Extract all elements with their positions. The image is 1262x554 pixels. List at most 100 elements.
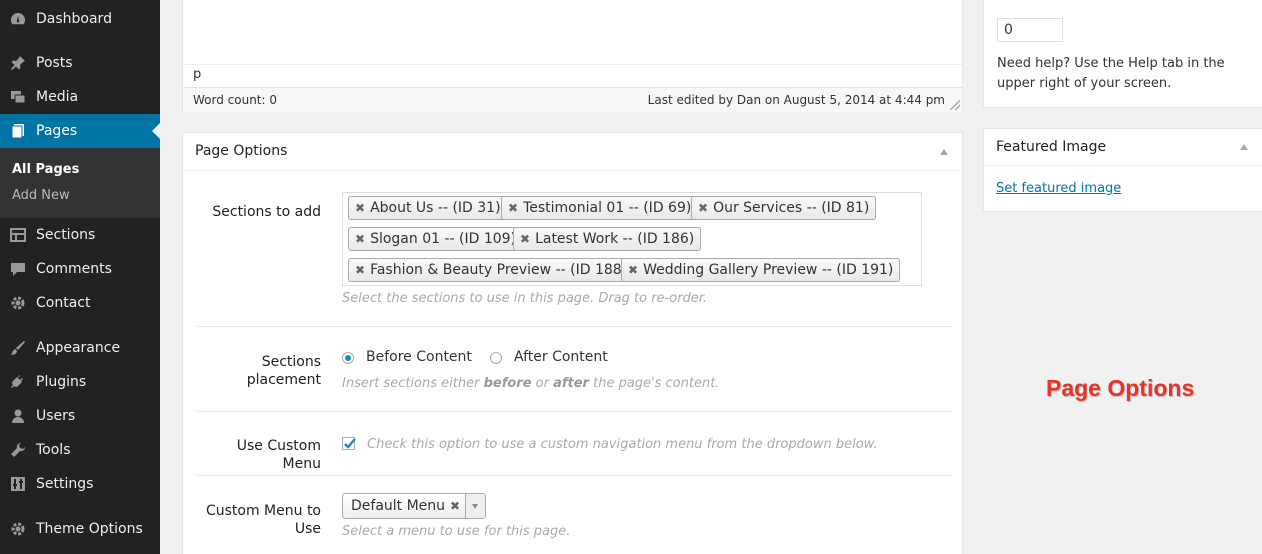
row-divider <box>195 411 951 412</box>
word-count: Word count: 0 <box>193 93 278 107</box>
menu-appearance[interactable]: Appearance <box>0 331 160 365</box>
before-content-label[interactable]: Before Content <box>366 349 472 365</box>
section-token-label: Our Services -- (ID 81) <box>713 200 870 216</box>
page-options-title: Page Options <box>195 143 288 159</box>
page-options-header[interactable]: Page Options <box>183 133 962 171</box>
featured-image-header[interactable]: Featured Image <box>984 129 1262 166</box>
section-token[interactable]: ✖ About Us -- (ID 31) <box>348 196 508 220</box>
section-token-label: Wedding Gallery Preview -- (ID 191) <box>643 262 894 278</box>
chevron-down-icon <box>472 504 478 509</box>
collapse-arrow-icon[interactable] <box>940 149 948 155</box>
row-divider <box>195 475 951 476</box>
placement-label-line2: placement <box>246 372 321 388</box>
menu-plugins[interactable]: Plugins <box>0 365 160 399</box>
page-options-annotation: Page Options <box>1046 375 1195 401</box>
menu-tools[interactable]: Tools <box>0 433 160 467</box>
section-token[interactable]: ✖ Wedding Gallery Preview -- (ID 191) <box>621 258 901 282</box>
menu-posts-label: Posts <box>36 55 73 71</box>
content-editor: p Word count: 0 Last edited by Dan on Au… <box>182 0 963 112</box>
menu-tools-label: Tools <box>36 442 71 458</box>
menu-theme-options[interactable]: Theme Options <box>0 512 160 546</box>
sections-chooser[interactable]: ✖ About Us -- (ID 31) ✖ Testimonial 01 -- … <box>342 192 922 286</box>
submenu-all-pages[interactable]: All Pages <box>12 162 79 177</box>
row-divider <box>195 326 951 327</box>
menu-dashboard[interactable]: Dashboard <box>0 2 160 36</box>
remove-icon[interactable]: ✖ <box>355 201 365 215</box>
section-token[interactable]: ✖ Latest Work -- (ID 186) <box>513 227 702 251</box>
menu-contact-label: Contact <box>36 295 91 311</box>
select-dropdown-toggle[interactable] <box>465 494 485 518</box>
editor-status-bar: Word count: 0 Last edited by Dan on Augu… <box>183 87 962 112</box>
editor-path: p <box>193 67 202 82</box>
clear-icon[interactable]: ✖ <box>450 499 460 513</box>
placement-label: Sections placement <box>195 353 321 389</box>
submenu-add-new[interactable]: Add New <box>12 188 70 203</box>
menu-settings-label: Settings <box>36 476 94 492</box>
remove-icon[interactable]: ✖ <box>508 201 518 215</box>
menu-settings[interactable]: Settings <box>0 467 160 501</box>
settings-icon <box>0 475 36 493</box>
section-token[interactable]: ✖ Slogan 01 -- (ID 109) <box>348 227 524 251</box>
set-featured-image-link[interactable]: Set featured image <box>996 181 1121 196</box>
plug-icon <box>0 373 36 391</box>
order-input[interactable] <box>997 18 1063 42</box>
after-content-label[interactable]: After Content <box>514 349 608 365</box>
page-options-metabox: Page Options Sections to add ✖ About Us -… <box>182 132 963 554</box>
media-icon <box>0 88 36 106</box>
featured-image-title: Featured Image <box>996 139 1107 155</box>
admin-sidebar: Dashboard Posts Media Pages All Pages Ad… <box>0 0 160 554</box>
placement-hint-part3: the page's content. <box>588 376 720 391</box>
editor-resize-handle[interactable] <box>950 100 960 110</box>
section-token[interactable]: ✖ Fashion & Beauty Preview -- (ID 188) <box>348 258 635 282</box>
section-token[interactable]: ✖ Testimonial 01 -- (ID 69) <box>501 196 699 220</box>
menu-contact[interactable]: Contact <box>0 286 160 320</box>
remove-icon[interactable]: ✖ <box>355 232 365 246</box>
section-token-label: Latest Work -- (ID 186) <box>535 231 695 247</box>
gear-icon <box>0 520 36 538</box>
menu-posts[interactable]: Posts <box>0 46 160 80</box>
placement-hint-part1: Insert sections either <box>342 376 484 391</box>
menu-select-label-line1: Custom Menu to <box>205 503 321 519</box>
placement-label-line1: Sections <box>261 354 321 370</box>
remove-icon[interactable]: ✖ <box>355 263 365 277</box>
section-token-label: Slogan 01 -- (ID 109) <box>370 231 517 247</box>
before-content-radio[interactable] <box>342 352 354 364</box>
menu-users[interactable]: Users <box>0 399 160 433</box>
menu-plugins-label: Plugins <box>36 374 87 390</box>
custom-menu-checkbox[interactable] <box>342 437 356 450</box>
placement-hint-part2: or <box>531 376 554 391</box>
collapse-arrow-icon[interactable] <box>1240 144 1248 150</box>
custom-menu-label: Use Custom Menu <box>236 438 321 472</box>
section-token-label: Fashion & Beauty Preview -- (ID 188) <box>370 262 628 278</box>
menu-comments-label: Comments <box>36 261 112 277</box>
menu-pages[interactable]: Pages <box>0 114 160 148</box>
pin-icon <box>0 54 36 72</box>
remove-icon[interactable]: ✖ <box>628 263 638 277</box>
menu-sections[interactable]: Sections <box>0 218 160 252</box>
section-token-label: About Us -- (ID 31) <box>370 200 501 216</box>
menu-comments[interactable]: Comments <box>0 252 160 286</box>
pages-submenu: All Pages Add New <box>0 148 160 218</box>
featured-image-box: Featured Image Set featured image <box>983 128 1262 212</box>
placement-hint-bold2: after <box>553 376 589 391</box>
editor-textarea[interactable] <box>183 0 962 65</box>
sections-icon <box>0 226 36 244</box>
menu-sections-label: Sections <box>36 227 96 243</box>
remove-icon[interactable]: ✖ <box>698 201 708 215</box>
section-token-label: Testimonial 01 -- (ID 69) <box>523 200 692 216</box>
remove-icon[interactable]: ✖ <box>520 232 530 246</box>
last-edited: Last edited by Dan on August 5, 2014 at … <box>647 93 945 107</box>
menu-media[interactable]: Media <box>0 80 160 114</box>
menu-users-label: Users <box>36 408 76 424</box>
placement-hint: Insert sections either before or after t… <box>342 376 719 391</box>
comment-icon <box>0 260 36 278</box>
section-token[interactable]: ✖ Our Services -- (ID 81) <box>691 196 877 220</box>
wrench-icon <box>0 441 36 459</box>
paintbrush-icon <box>0 339 36 357</box>
custom-menu-hint: Check this option to use a custom naviga… <box>367 437 878 452</box>
custom-menu-select[interactable]: Default Menu ✖ <box>342 493 486 519</box>
page-attributes-box: Need help? Use the Help tab in the upper… <box>983 0 1262 108</box>
after-content-radio[interactable] <box>490 352 502 364</box>
user-icon <box>0 407 36 425</box>
gear-icon <box>0 294 36 312</box>
